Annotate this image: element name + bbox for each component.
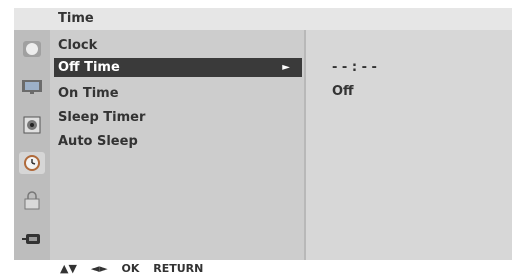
menu-item-label: Auto Sleep [58,134,138,149]
audio-icon[interactable] [19,114,45,136]
off-time-status[interactable]: Off [332,84,354,99]
menu-item-label: Clock [58,38,98,53]
up-down-arrows-icon: ▲▼ [60,262,77,275]
time-menu-list: Clock Off Time ► On Time Sleep Timer Aut… [52,30,304,260]
category-icon-column [14,30,50,260]
time-icon[interactable] [19,152,45,174]
menu-item-label: Sleep Timer [58,110,146,125]
menu-item-sleep-timer[interactable]: Sleep Timer [54,108,302,127]
off-time-value[interactable]: - - : - - [332,60,377,75]
menu-item-on-time[interactable]: On Time [54,84,302,103]
detail-pane: - - : - - Off [306,30,512,260]
screen-icon[interactable] [19,76,45,98]
submenu-arrow-icon: ► [282,62,290,73]
menu-item-auto-sleep[interactable]: Auto Sleep [54,132,302,151]
menu-item-label: Off Time [58,60,120,75]
menu-item-label: On Time [58,86,119,101]
menu-item-clock[interactable]: Clock [54,36,302,55]
left-right-arrows-icon: ◄► [90,262,108,275]
menu-item-off-time[interactable]: Off Time ► [54,58,302,77]
ok-hint: OK [121,262,140,275]
menu-title: Time [58,11,94,26]
osd-panel: Clock Off Time ► On Time Sleep Timer Aut… [14,30,512,260]
menu-title-bar: Time [14,8,512,30]
input-icon[interactable] [19,228,45,250]
lock-icon[interactable] [19,190,45,212]
picture-icon[interactable] [19,38,45,60]
navigation-hint-bar: ▲▼ ◄► OK RETURN [60,262,213,275]
return-hint: RETURN [153,262,204,275]
